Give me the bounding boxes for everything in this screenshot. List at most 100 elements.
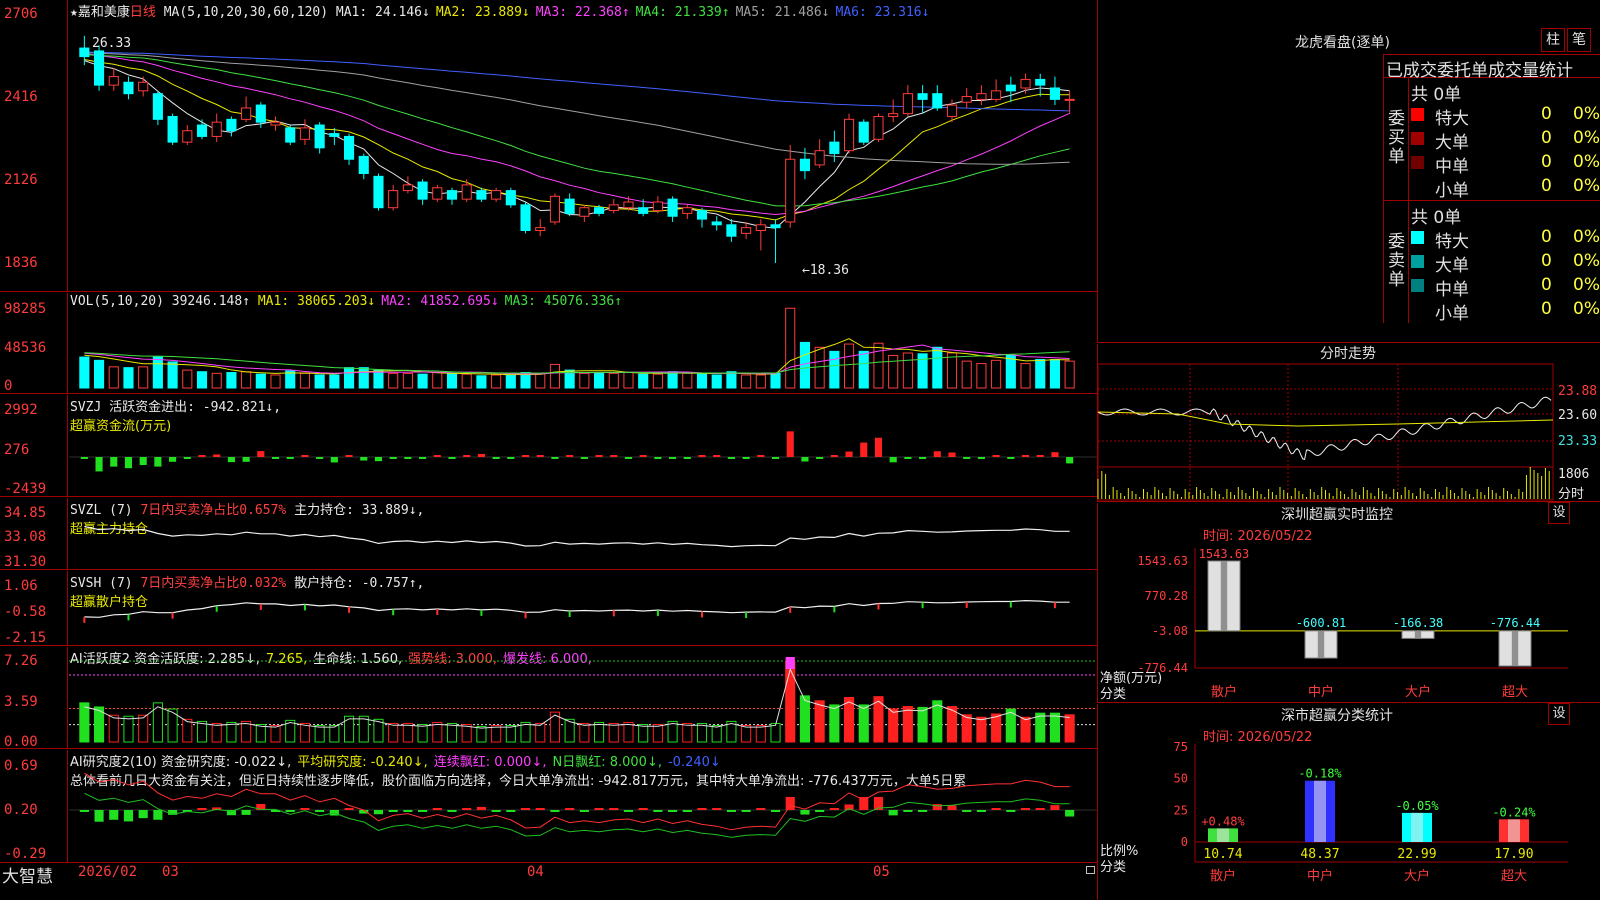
activity-bar bbox=[123, 715, 134, 743]
research-bar bbox=[403, 810, 413, 812]
candle bbox=[329, 133, 340, 137]
svzj-panel[interactable]: 2992 276 -2439 SVZJ 活跃资金进出: -942.821↓, 超… bbox=[0, 395, 1097, 497]
volume-bar bbox=[638, 373, 649, 389]
research-bar bbox=[241, 810, 251, 815]
ai-research-panel[interactable]: 0.69 0.20 -0.29 AI研究度2(10) 资金研究度: -0.022… bbox=[0, 750, 1097, 863]
buy-orders-label: 委买单 bbox=[1388, 109, 1405, 167]
candle bbox=[373, 175, 384, 209]
retail-tick bbox=[303, 604, 306, 611]
activity-bar bbox=[814, 700, 825, 743]
volume-chart[interactable] bbox=[69, 293, 1097, 394]
candlestick-chart[interactable] bbox=[69, 0, 1097, 292]
svzj-axis-label: 2992 bbox=[4, 402, 38, 418]
sz-monitor-panel[interactable]: 深圳超赢实时监控 设 时间: 2026/05/22 净额(万元) 分类 1543… bbox=[1097, 502, 1600, 703]
stats-value: 17.90 bbox=[1494, 847, 1533, 862]
research-bar bbox=[565, 808, 575, 810]
ai-activity-panel[interactable]: 7.26 3.59 0.00 AI活跃度2 资金活跃度: 2.285↓, 7.26… bbox=[0, 647, 1097, 750]
retail-tick bbox=[965, 601, 968, 608]
capital-flow-chart[interactable] bbox=[69, 395, 1097, 497]
retail-tick bbox=[833, 606, 836, 613]
volume-bar bbox=[344, 367, 355, 389]
candle bbox=[388, 190, 399, 209]
volume-panel[interactable]: 98285 48536 0 VOL(5,10,20) 39246.148↑ MA… bbox=[0, 293, 1097, 394]
stats-change: +0.48% bbox=[1201, 814, 1245, 828]
volume-bar bbox=[402, 372, 413, 389]
flow-bar bbox=[933, 451, 941, 457]
color-swatch bbox=[1411, 231, 1424, 244]
activity-bar bbox=[711, 725, 722, 743]
sell-orders-block: 委卖单 共 0单 特大 0 0% 大单 0 0% 中单 0 0% 小单 0 0% bbox=[1383, 201, 1600, 324]
stats-bar-highlight bbox=[1217, 828, 1229, 842]
monitor-bar-value: -776.44 bbox=[1490, 616, 1541, 630]
activity-bar bbox=[79, 702, 90, 743]
svsh-panel[interactable]: 1.06 -0.58 -2.15 SVSH (7) 7日内买卖净占比0.032%… bbox=[0, 571, 1097, 646]
flow-bar bbox=[492, 457, 500, 459]
order-row: 小单 0 0% bbox=[1411, 299, 1600, 324]
retail-tick bbox=[1053, 602, 1056, 609]
sz-monitor-chart[interactable]: 1543.63 770.28 -3.08 -776.44 1543.63 散户 -600.8… bbox=[1098, 503, 1600, 703]
activity-bar bbox=[799, 695, 810, 743]
sz-stats-panel[interactable]: 深市超赢分类统计 设 时间: 2026/05/22 比例% 分类 75 50 25 0… bbox=[1097, 703, 1600, 900]
candle bbox=[652, 201, 663, 212]
candle bbox=[608, 204, 619, 212]
volume-bar bbox=[1035, 359, 1046, 389]
activity-bar bbox=[329, 725, 340, 743]
lock-icon[interactable] bbox=[1086, 866, 1095, 874]
candle bbox=[623, 201, 634, 209]
color-swatch bbox=[1411, 279, 1424, 292]
volume-bar bbox=[476, 375, 487, 389]
candle bbox=[549, 195, 561, 223]
research-bar bbox=[153, 810, 163, 820]
research-chart[interactable] bbox=[69, 750, 1097, 863]
order-count: 0 bbox=[1541, 275, 1552, 295]
order-row: 大单 0 0% bbox=[1411, 251, 1600, 276]
candle bbox=[1035, 78, 1046, 86]
volume-bar bbox=[167, 361, 178, 389]
volume-bar bbox=[829, 350, 840, 389]
flow-bar bbox=[389, 457, 397, 459]
svzl-panel[interactable]: 34.85 33.08 31.30 SVZL (7) 7日内买卖净占比0.657… bbox=[0, 498, 1097, 570]
activity-bar bbox=[417, 723, 428, 743]
flow-bar bbox=[919, 457, 927, 459]
buy-orders-block: 委买单 共 0单 特大 0 0% 大单 0 0% 中单 0 0% 小单 0 0% bbox=[1383, 78, 1600, 201]
candle bbox=[79, 47, 90, 58]
flow-bar bbox=[95, 457, 103, 472]
intraday-chart[interactable] bbox=[1097, 344, 1600, 502]
bar-mode-button[interactable]: 柱 bbox=[1541, 28, 1565, 52]
order-pct: 0% bbox=[1573, 104, 1600, 124]
flow-bar bbox=[816, 457, 824, 459]
activity-bar bbox=[1020, 716, 1031, 743]
intraday-panel[interactable]: 分时走势 23.88 23.60 23.33 1806 分时 bbox=[1097, 344, 1600, 502]
volume-bar bbox=[299, 372, 311, 389]
flow-bar bbox=[227, 457, 235, 463]
main-position-chart[interactable] bbox=[69, 498, 1097, 570]
flow-bar bbox=[404, 457, 412, 459]
order-type: 中单 bbox=[1435, 280, 1469, 300]
flow-bar bbox=[345, 455, 353, 457]
retail-position-chart[interactable] bbox=[69, 571, 1097, 646]
volume-bar bbox=[255, 373, 266, 389]
candle bbox=[682, 207, 693, 214]
order-type: 中单 bbox=[1435, 157, 1469, 177]
flow-bar bbox=[242, 457, 250, 462]
volume-bar bbox=[1020, 363, 1031, 389]
candle bbox=[1005, 84, 1016, 92]
volume-bar bbox=[873, 342, 884, 389]
monitor-axis-label: 1543.63 bbox=[1137, 554, 1188, 568]
research-bar bbox=[535, 808, 545, 810]
high-annotation: 26.33 bbox=[92, 36, 132, 51]
activity-chart[interactable] bbox=[69, 647, 1097, 749]
candle bbox=[667, 198, 678, 217]
ai-activity-axis-label: 0.00 bbox=[4, 734, 38, 750]
stats-bar-highlight bbox=[1508, 819, 1520, 842]
sz-stats-chart[interactable]: 75 50 25 0 +0.48% 10.74 散户 -0.18% 48.37 中户 -0.05% 2… bbox=[1098, 704, 1600, 900]
order-row: 中单 0 0% bbox=[1411, 152, 1600, 177]
research-bar bbox=[138, 810, 148, 819]
dragon-tiger-panel: 龙虎看盘(逐单) 柱 笔 已成交 委托单 成交量统计 委买单 共 0单 特大 0 0… bbox=[1097, 0, 1600, 343]
svzl-axis-label: 33.08 bbox=[4, 529, 47, 545]
activity-bar bbox=[623, 721, 634, 743]
candle bbox=[594, 207, 605, 214]
tick-mode-button[interactable]: 笔 bbox=[1567, 28, 1591, 52]
price-panel[interactable]: 2706 2416 2126 1836 ★嘉和美康日线 MA(5,10,20,3… bbox=[0, 0, 1097, 292]
flow-bar bbox=[624, 457, 633, 459]
